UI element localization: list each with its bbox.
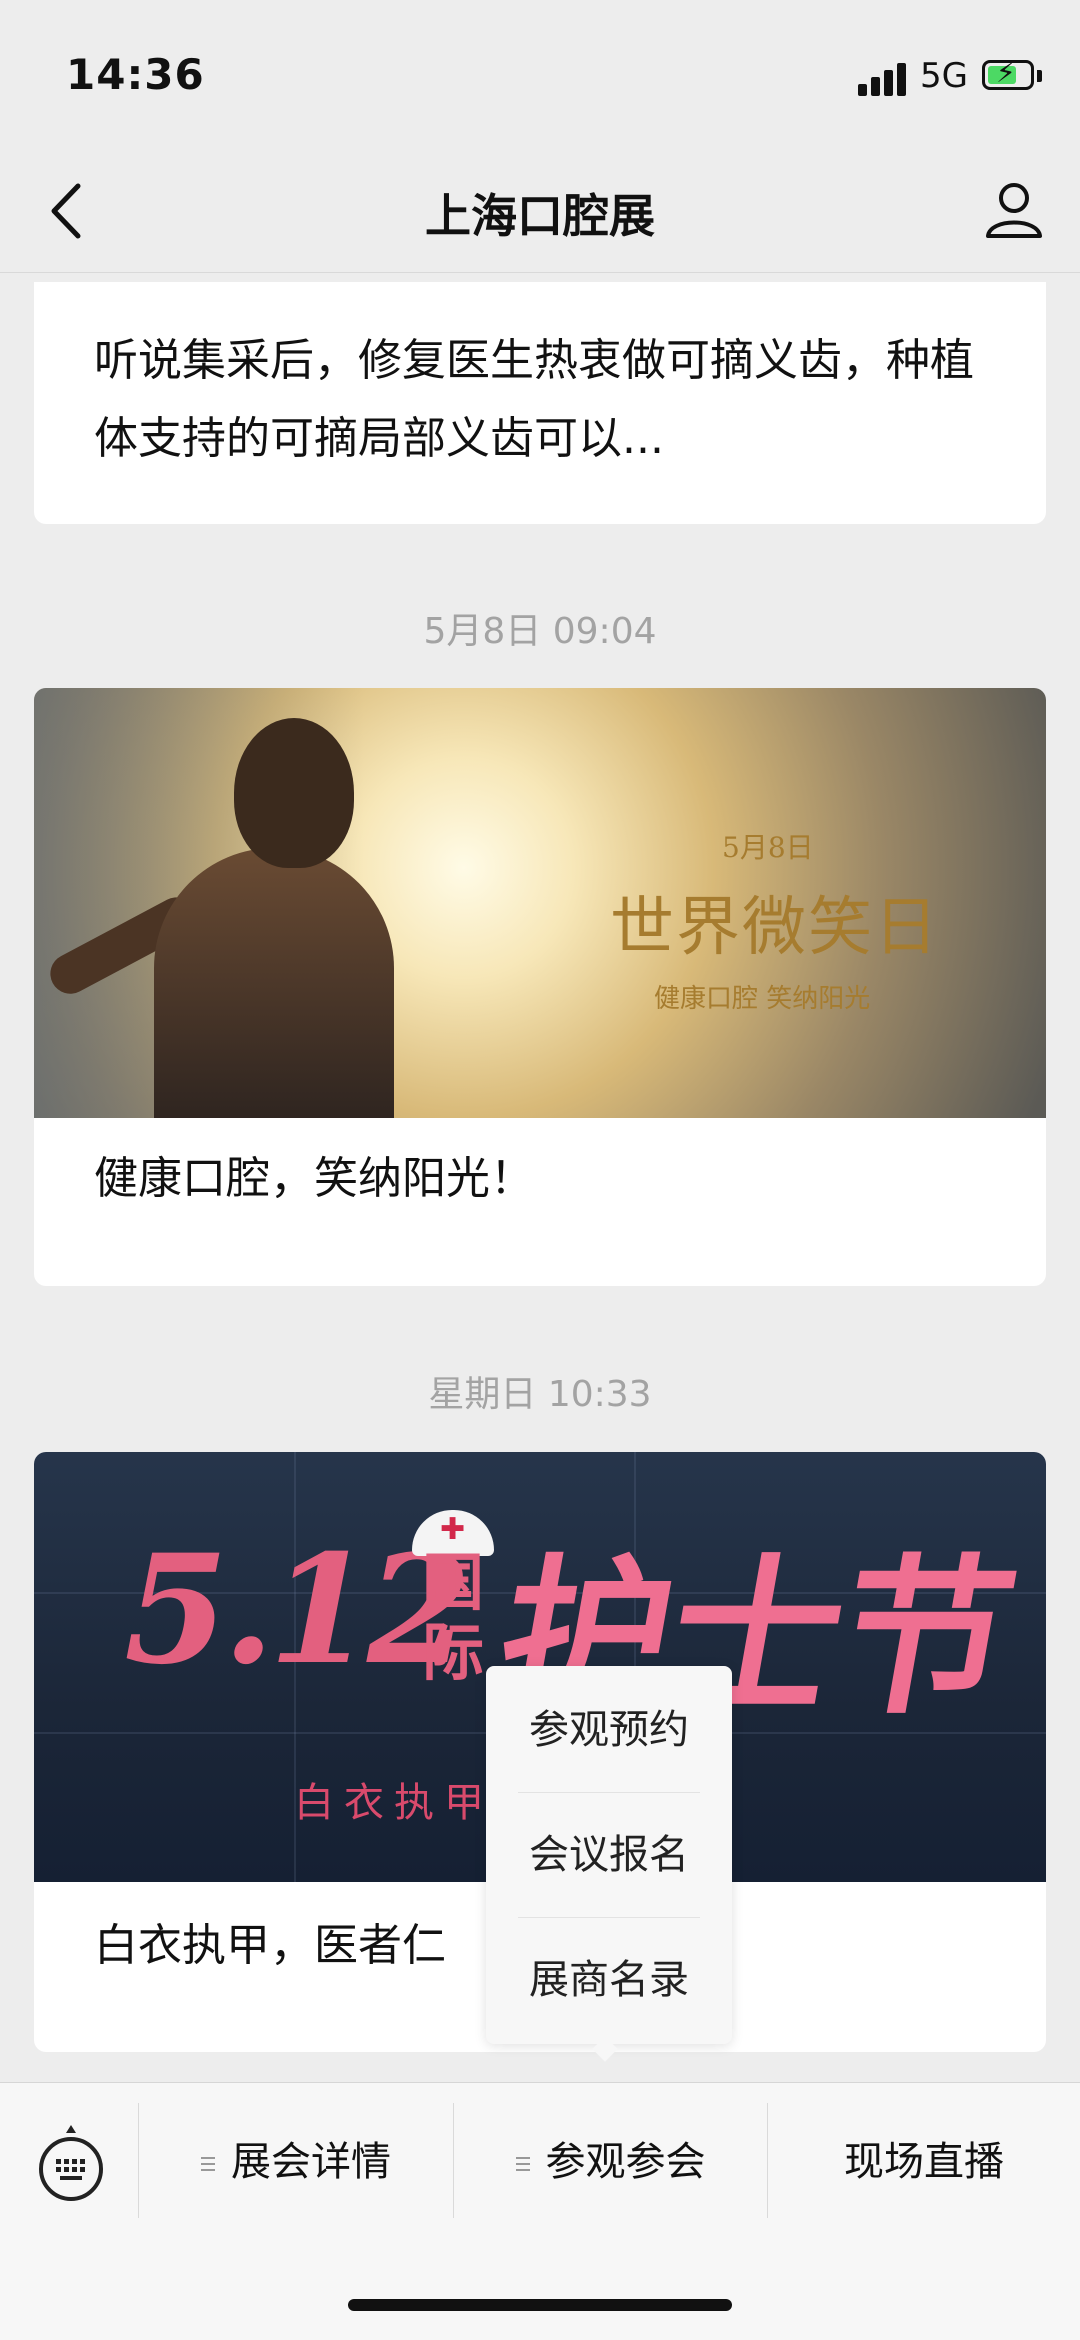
charging-icon: ⚡ xyxy=(996,56,1016,89)
profile-button[interactable] xyxy=(982,178,1046,242)
status-bar: 14:36 5G ⚡ xyxy=(0,0,1080,150)
menu-label: 展会详情 xyxy=(231,2139,391,2185)
cross-icon: ✚ xyxy=(440,1512,466,1547)
article-card[interactable]: 5月8日 世界微笑日 健康口腔 笑纳阳光 健康口腔，笑纳阳光！ xyxy=(34,688,1046,1286)
network-type: 5G xyxy=(920,56,968,96)
article-title: 听说集采后，修复医生热衷做可摘义齿，种植体支持的可摘局部义齿可以... xyxy=(94,335,974,464)
status-time: 14:36 xyxy=(66,50,205,99)
menu-item-exhibitor-list[interactable]: 展商名录 xyxy=(486,1918,732,2042)
message-timestamp: 5月8日 09:04 xyxy=(423,611,657,652)
home-indicator xyxy=(348,2299,732,2311)
menu-item-conference-signup[interactable]: 会议报名 xyxy=(486,1793,732,1917)
cover-headline: 世界微笑日 xyxy=(610,891,940,965)
article-cover-image: 5月8日 世界微笑日 健康口腔 笑纳阳光 xyxy=(34,688,1046,1118)
menu-exhibition-details[interactable]: 展会详情 xyxy=(139,2107,453,2217)
menu-live-stream[interactable]: 现场直播 xyxy=(768,2107,1080,2217)
message-timestamp: 星期日 10:33 xyxy=(428,1374,652,1415)
article-title: 健康口腔，笑纳阳光！ xyxy=(94,1153,534,1204)
menu-list-icon xyxy=(201,2153,215,2175)
keyboard-icon xyxy=(39,2125,103,2201)
page-title: 上海口腔展 xyxy=(425,189,655,243)
person-silhouette xyxy=(154,848,394,1118)
menu-visit-attend[interactable]: 参观参会 xyxy=(454,2107,767,2217)
cover-tagline: 健康口腔 笑纳阳光 xyxy=(654,984,871,1014)
menu-item-visit-booking[interactable]: 参观预约 xyxy=(486,1668,732,1792)
signal-icon xyxy=(858,60,908,96)
person-head xyxy=(234,718,354,868)
battery-cap xyxy=(1037,70,1042,82)
menu-list-icon xyxy=(515,2153,530,2175)
keyboard-toggle-button[interactable] xyxy=(36,2123,106,2203)
menu-label: 参观参会 xyxy=(545,2139,706,2185)
menu-label: 现场直播 xyxy=(844,2139,1004,2185)
submenu-popup: 参观预约 会议报名 展商名录 xyxy=(486,1666,732,2044)
article-card[interactable]: 听说集采后，修复医生热衷做可摘义齿，种植体支持的可摘局部义齿可以... xyxy=(34,282,1046,524)
cover-tagline: 白衣执甲 xyxy=(294,1780,494,1826)
nav-bar: 上海口腔展 xyxy=(0,150,1080,273)
cover-word: 国际 xyxy=(421,1546,484,1689)
person-icon xyxy=(986,183,1042,238)
cover-date: 5月8日 xyxy=(722,831,814,864)
